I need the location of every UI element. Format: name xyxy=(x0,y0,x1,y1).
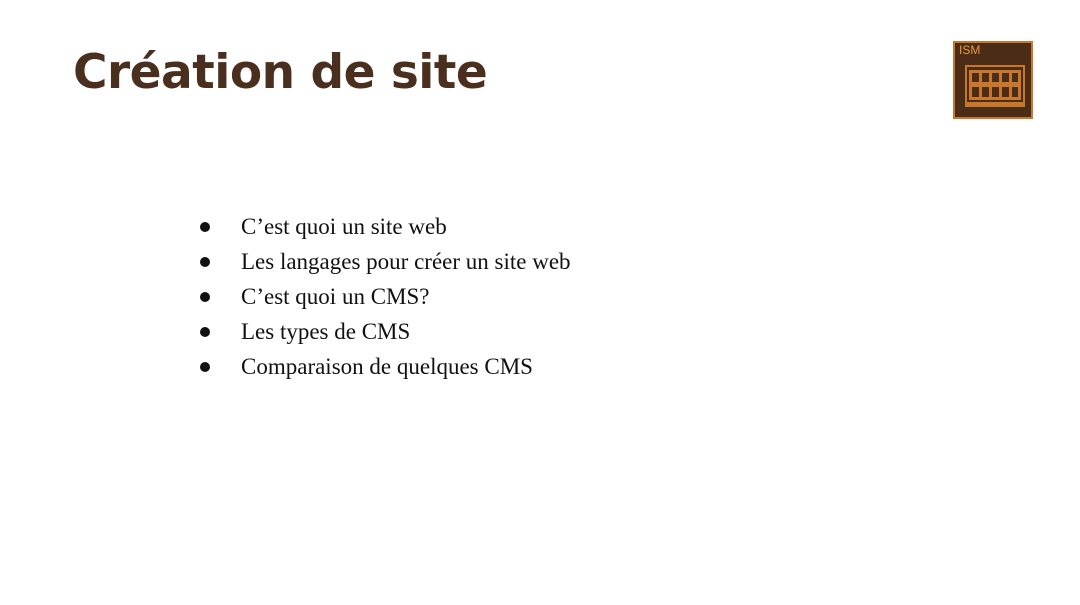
building-icon xyxy=(965,65,1025,107)
bullet-item: C’est quoi un site web xyxy=(195,209,571,244)
bullet-item: Comparaison de quelques CMS xyxy=(195,349,571,384)
bullet-text: Comparaison de quelques CMS xyxy=(241,354,533,379)
bullet-dot-icon xyxy=(200,222,210,232)
bullet-item: Les langages pour créer un site web xyxy=(195,244,571,279)
logo-text: ISM xyxy=(959,43,981,57)
bullet-text: Les langages pour créer un site web xyxy=(241,249,571,274)
bullet-dot-icon xyxy=(200,327,210,337)
slide-title: Création de site xyxy=(73,45,488,100)
slide: Création de site ISM C’est quoi un site … xyxy=(0,0,1080,605)
slide-content: C’est quoi un site web Les langages pour… xyxy=(195,209,571,384)
bullet-text: Les types de CMS xyxy=(241,319,411,344)
bullet-text: C’est quoi un CMS? xyxy=(241,284,430,309)
bullet-list: C’est quoi un site web Les langages pour… xyxy=(195,209,571,384)
bullet-text: C’est quoi un site web xyxy=(241,214,447,239)
bullet-dot-icon xyxy=(200,257,210,267)
ism-logo: ISM xyxy=(953,41,1033,119)
bullet-item: Les types de CMS xyxy=(195,314,571,349)
bullet-dot-icon xyxy=(200,292,210,302)
bullet-item: C’est quoi un CMS? xyxy=(195,279,571,314)
bullet-dot-icon xyxy=(200,362,210,372)
